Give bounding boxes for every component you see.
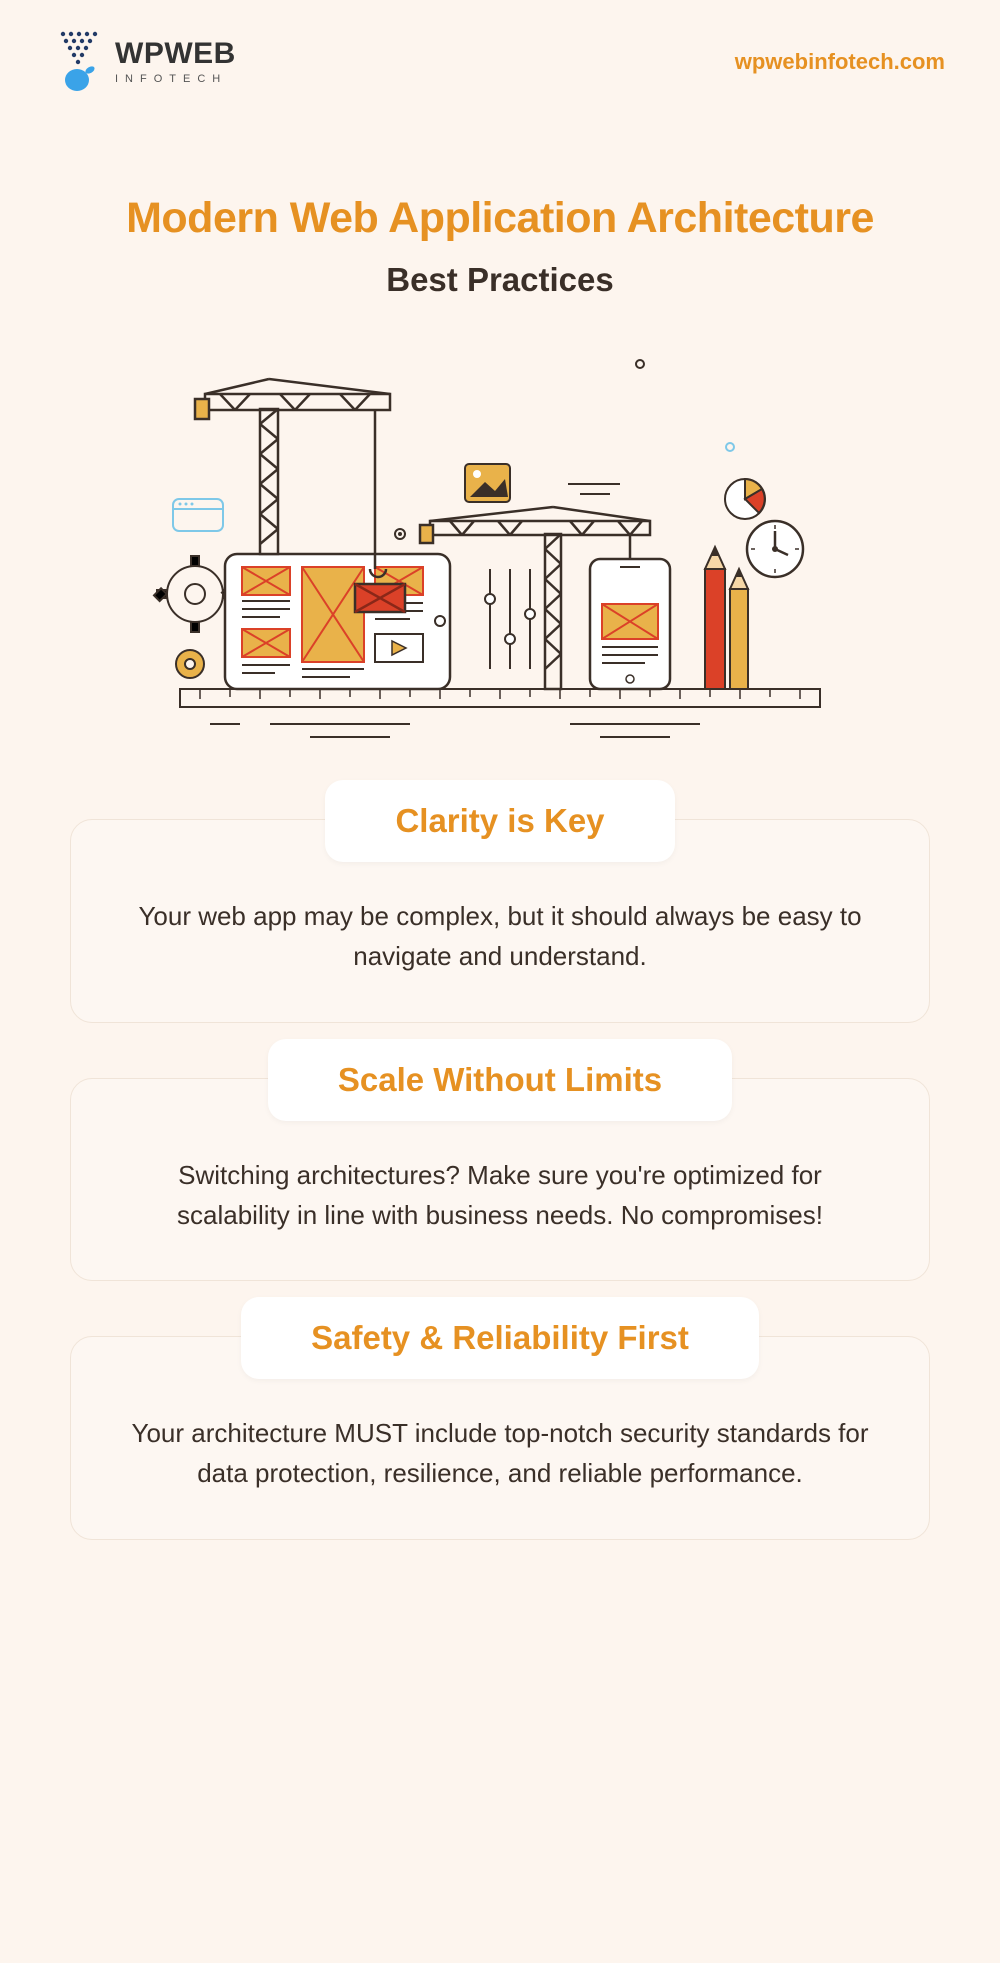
logo: WPWEB INFOTECH [55,30,236,94]
card-body: Your architecture MUST include top-notch… [131,1413,869,1494]
logo-main-text: WPWEB [115,39,236,69]
window-icon [173,499,223,531]
card-title: Clarity is Key [395,802,604,840]
logo-text: WPWEB INFOTECH [115,39,236,85]
site-url[interactable]: wpwebinfotech.com [735,49,945,75]
pie-chart-icon [725,479,765,519]
page-title: Modern Web Application Architecture [40,194,960,243]
image-icon [465,464,510,502]
card-safety: Safety & Reliability First Your architec… [70,1336,930,1540]
card-body: Your web app may be complex, but it shou… [131,896,869,977]
card-header: Clarity is Key [325,780,674,862]
page-subtitle: Best Practices [40,261,960,299]
card-clarity: Clarity is Key Your web app may be compl… [70,819,930,1023]
card-header: Safety & Reliability First [241,1297,759,1379]
small-gear-icon [176,650,204,678]
clock-icon [747,521,803,577]
logo-sub-text: INFOTECH [115,73,236,85]
card-title: Scale Without Limits [338,1061,662,1099]
header: WPWEB INFOTECH wpwebinfotech.com [0,0,1000,114]
card-header: Scale Without Limits [268,1039,732,1121]
card-title: Safety & Reliability First [311,1319,689,1357]
construction-illustration [150,339,850,759]
logo-icon [55,30,107,94]
hero: Modern Web Application Architecture Best… [0,114,1000,779]
cards-section: Clarity is Key Your web app may be compl… [0,779,1000,1600]
gear-icon [154,556,235,632]
card-scale: Scale Without Limits Switching architect… [70,1078,930,1282]
pencils-icon [705,547,748,689]
card-body: Switching architectures? Make sure you'r… [131,1155,869,1236]
